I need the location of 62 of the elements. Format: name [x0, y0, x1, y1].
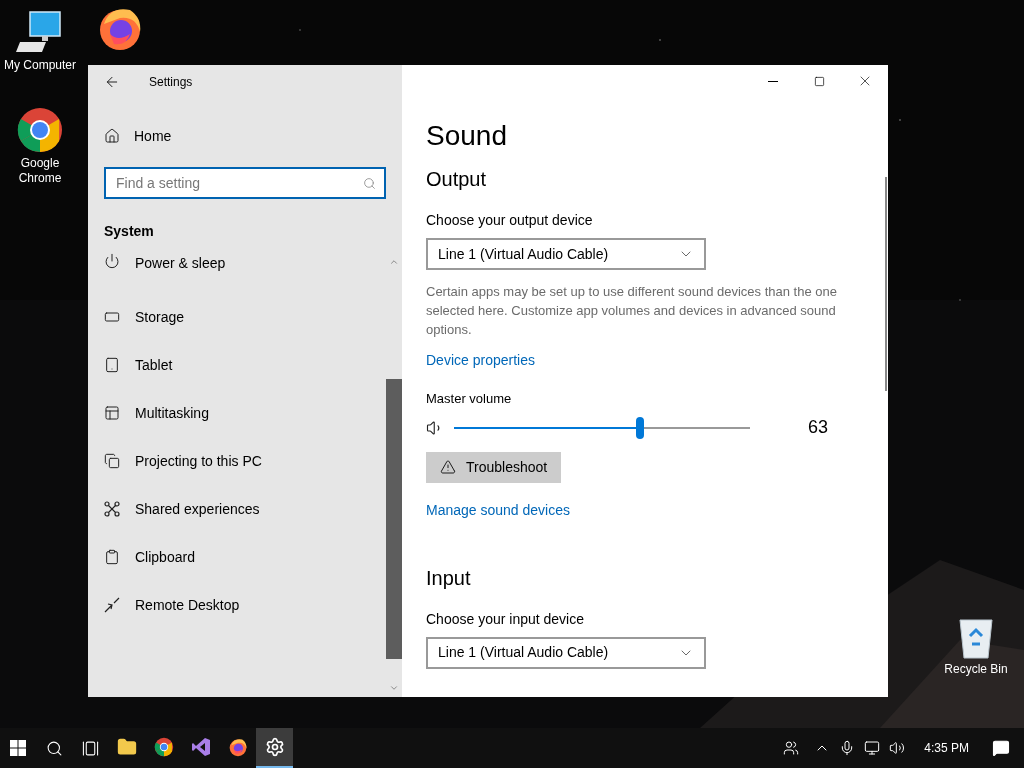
chrome-icon — [16, 106, 64, 154]
warning-icon — [440, 459, 456, 475]
clock[interactable]: 4:35 PM — [924, 739, 969, 757]
overlapping-screens-icon — [104, 453, 120, 469]
input-device-dropdown[interactable]: Line 1 (Virtual Audio Cable) — [426, 636, 706, 669]
chrome-icon — [153, 737, 174, 757]
page-title: Sound — [426, 119, 508, 153]
volume-icon[interactable] — [889, 740, 906, 756]
nav-item[interactable]: Storage — [88, 293, 386, 341]
shared-icon — [104, 501, 120, 517]
minimize-icon — [768, 80, 778, 82]
nav-item[interactable]: Remote Desktop — [88, 581, 386, 629]
scroll-up-icon — [389, 257, 399, 267]
settings-icon — [264, 737, 285, 757]
slider-thumb[interactable] — [636, 416, 645, 439]
people-icon[interactable] — [783, 740, 800, 756]
windows-logo-icon — [10, 740, 26, 756]
manage-devices-link[interactable]: Manage sound devices — [426, 499, 570, 521]
search-icon — [363, 177, 376, 190]
tablet-icon — [104, 357, 120, 373]
nav-item[interactable]: Tablet — [88, 341, 386, 389]
taskbar-app[interactable] — [256, 728, 293, 768]
notifications-icon[interactable] — [992, 739, 1010, 757]
home-nav-item[interactable]: Home — [88, 121, 402, 151]
window-title: Settings — [149, 74, 193, 91]
firefox-icon — [227, 737, 248, 757]
field-label: Choose your output device — [426, 211, 594, 230]
storage-icon — [104, 309, 120, 325]
scroll-thumb[interactable] — [386, 379, 402, 659]
search-icon — [45, 739, 63, 757]
nav-item[interactable]: Clipboard — [88, 533, 386, 581]
nav-item[interactable]: Shared experiences — [88, 485, 386, 533]
desktop-icon-label[interactable]: Google Chrome — [2, 156, 78, 186]
device-properties-link[interactable]: Device properties — [426, 350, 535, 371]
search-field[interactable]: Find a setting — [104, 167, 386, 199]
volume-slider[interactable] — [454, 416, 750, 439]
section-heading: Input — [426, 565, 472, 591]
nav-item[interactable]: Projecting to this PC — [88, 437, 386, 485]
troubleshoot-button[interactable]: Troubleshoot — [426, 451, 562, 483]
power-icon — [104, 253, 120, 269]
section-heading: Output — [426, 167, 488, 192]
volume-reading: 63 — [808, 416, 829, 439]
field-label: Master volume — [426, 390, 513, 408]
home-icon — [104, 128, 120, 144]
network-icon[interactable] — [864, 740, 881, 756]
field-label: Choose your input device — [426, 609, 585, 629]
maximize-icon — [813, 75, 825, 87]
scroll-down-icon — [389, 683, 399, 693]
desktop-icon-label[interactable]: My Computer — [4, 58, 76, 73]
multitasking-icon — [104, 405, 120, 421]
back-button[interactable] — [104, 74, 120, 90]
section-heading: System — [103, 222, 155, 241]
clipboard-icon — [104, 549, 120, 565]
folder-icon — [116, 737, 137, 757]
task-view-icon — [81, 739, 99, 757]
nav-item[interactable]: Multitasking — [88, 389, 386, 437]
remote-desktop-icon — [104, 597, 120, 613]
nav-item[interactable]: Power & sleep — [88, 253, 386, 293]
desktop-icon-label[interactable]: Recycle Bin — [944, 662, 1008, 677]
help-text: Certain apps may be set up to use different sound devices than the one selected here. Customize app volumes and devices in advanced sound options. — [426, 283, 838, 339]
output-device-dropdown[interactable]: Line 1 (Virtual Audio Cable) — [426, 238, 706, 270]
infinity-ribbon-icon — [190, 737, 211, 757]
